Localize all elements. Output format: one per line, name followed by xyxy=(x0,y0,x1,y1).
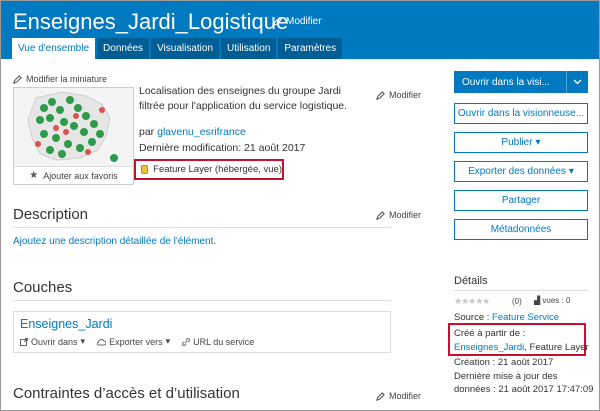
edit-summary-button[interactable]: Modifier xyxy=(376,90,421,100)
edit-constraints-button[interactable]: Modifier xyxy=(376,391,421,401)
chevron-down-icon: ▾ xyxy=(535,137,541,148)
star-icon: ★ xyxy=(29,170,39,181)
open-viewer-button[interactable]: Ouvrir dans la visionneuse... xyxy=(454,103,588,124)
map-thumbnail-image xyxy=(14,88,133,166)
layer-service-url-link[interactable]: URL du service xyxy=(182,336,254,347)
source-label: Source : xyxy=(454,312,490,323)
share-button[interactable]: Partager xyxy=(454,190,588,211)
details-source: Source : Feature Service xyxy=(454,312,559,323)
chevron-down-icon: ▾ xyxy=(165,336,171,346)
item-owner: par glavenu_esrifrance xyxy=(139,126,246,138)
pencil-icon xyxy=(13,74,22,84)
modify-thumbnail-label: Modifier la miniature xyxy=(26,74,108,84)
tab-overview[interactable]: Vue d'ensemble xyxy=(12,38,96,59)
description-title: Description xyxy=(13,206,89,223)
metadata-button[interactable]: Métadonnées xyxy=(454,219,588,240)
views-count: ▟ vues : 0 xyxy=(534,296,570,305)
chevron-down-icon: ▾ xyxy=(568,166,574,177)
link-icon xyxy=(182,337,191,346)
layer-name-link[interactable]: Enseignes_Jardi xyxy=(20,317,112,331)
add-favorites-button[interactable]: ★ Ajouter aux favoris xyxy=(13,166,134,185)
rating-count: (0) xyxy=(512,297,522,306)
star-icon: ★★★★★ xyxy=(454,296,490,306)
details-title: Détails xyxy=(454,275,488,287)
layers-divider xyxy=(13,300,391,301)
hosted-layer-icon xyxy=(141,165,149,174)
layer-open-in-label: Ouvrir dans xyxy=(31,336,78,347)
layer-actions: Ouvrir dans ▾ Exporter vers ▾ URL du ser… xyxy=(20,336,254,347)
item-header: Enseignes_Jardi_Logistique Modifier Vue … xyxy=(1,1,599,59)
layer-export-menu[interactable]: Exporter vers ▾ xyxy=(97,336,170,347)
details-updated: Dernière mise à jour des données : 21 ao… xyxy=(454,371,594,395)
item-page: Enseignes_Jardi_Logistique Modifier Vue … xyxy=(0,0,600,411)
views-label: vues : 0 xyxy=(542,296,571,305)
layers-title: Couches xyxy=(13,279,73,296)
chevron-down-icon: ▾ xyxy=(80,336,86,346)
rating-stars[interactable]: ★★★★★ xyxy=(454,296,490,307)
layer-export-label: Exporter vers xyxy=(109,336,163,347)
last-modified: Dernière modification: 21 août 2017 xyxy=(139,142,306,154)
chevron-down-icon[interactable] xyxy=(566,71,588,93)
created-from-type: , Feature Layer xyxy=(524,342,589,353)
tab-usage[interactable]: Utilisation xyxy=(221,38,277,59)
tab-data[interactable]: Données xyxy=(97,38,150,59)
owner-prefix: par xyxy=(139,126,155,138)
layer-service-url-label: URL du service xyxy=(193,336,255,347)
edit-description-label: Modifier xyxy=(389,210,422,220)
layer-card: Enseignes_Jardi Ouvrir dans ▾ Exporter v… xyxy=(13,311,391,353)
pencil-icon xyxy=(376,210,385,220)
modify-thumbnail-button[interactable]: Modifier la miniature xyxy=(13,74,107,84)
export-cloud-icon xyxy=(97,338,107,345)
edit-description-button[interactable]: Modifier xyxy=(376,210,421,220)
created-from-box: Créé à partir de : Enseignes_Jardi, Feat… xyxy=(448,323,589,356)
publish-button[interactable]: Publier ▾ xyxy=(454,132,588,153)
publish-label: Publier xyxy=(501,137,533,148)
tab-visualization[interactable]: Visualisation xyxy=(151,38,220,59)
add-description-link[interactable]: Ajoutez une description détaillée de l'é… xyxy=(13,236,216,247)
open-in-icon xyxy=(20,337,28,346)
page-title: Enseignes_Jardi_Logistique xyxy=(13,9,289,34)
source-link[interactable]: Feature Service xyxy=(492,312,559,323)
edit-summary-label: Modifier xyxy=(389,90,422,100)
edit-title-button[interactable]: Modifier xyxy=(273,16,322,27)
edit-constraints-label: Modifier xyxy=(389,391,422,401)
tab-bar: Vue d'ensemble Données Visualisation Uti… xyxy=(12,38,343,59)
pencil-icon xyxy=(376,391,385,401)
open-viewer-split-button[interactable]: Ouvrir dans la visi... xyxy=(454,71,588,93)
item-summary: Localisation des enseignes du groupe Jar… xyxy=(139,85,348,112)
open-viewer-label: Ouvrir dans la visi... xyxy=(462,76,550,88)
export-data-button[interactable]: Exporter des données ▾ xyxy=(454,161,588,182)
constraints-title: Contraintes d’accès et d’utilisation xyxy=(13,385,240,402)
chart-icon: ▟ xyxy=(534,296,541,305)
pencil-icon xyxy=(273,17,282,26)
edit-title-label: Modifier xyxy=(286,16,322,27)
tab-settings[interactable]: Paramètres xyxy=(278,38,343,59)
item-type-label: Feature Layer (hébergée, vue) xyxy=(153,164,282,175)
owner-link[interactable]: glavenu_esrifrance xyxy=(157,126,246,138)
add-favorites-label: Ajouter aux favoris xyxy=(43,170,118,181)
description-divider xyxy=(13,227,391,228)
created-from-label: Créé à partir de : xyxy=(454,328,526,339)
created-from-link[interactable]: Enseignes_Jardi xyxy=(454,342,524,353)
export-data-label: Exporter des données xyxy=(468,166,566,177)
item-type-badge: Feature Layer (hébergée, vue) xyxy=(134,159,284,180)
details-created: Création : 21 août 2017 xyxy=(454,357,554,368)
layer-open-in-menu[interactable]: Ouvrir dans ▾ xyxy=(20,336,85,347)
details-divider xyxy=(454,290,588,291)
pencil-icon xyxy=(376,90,385,100)
